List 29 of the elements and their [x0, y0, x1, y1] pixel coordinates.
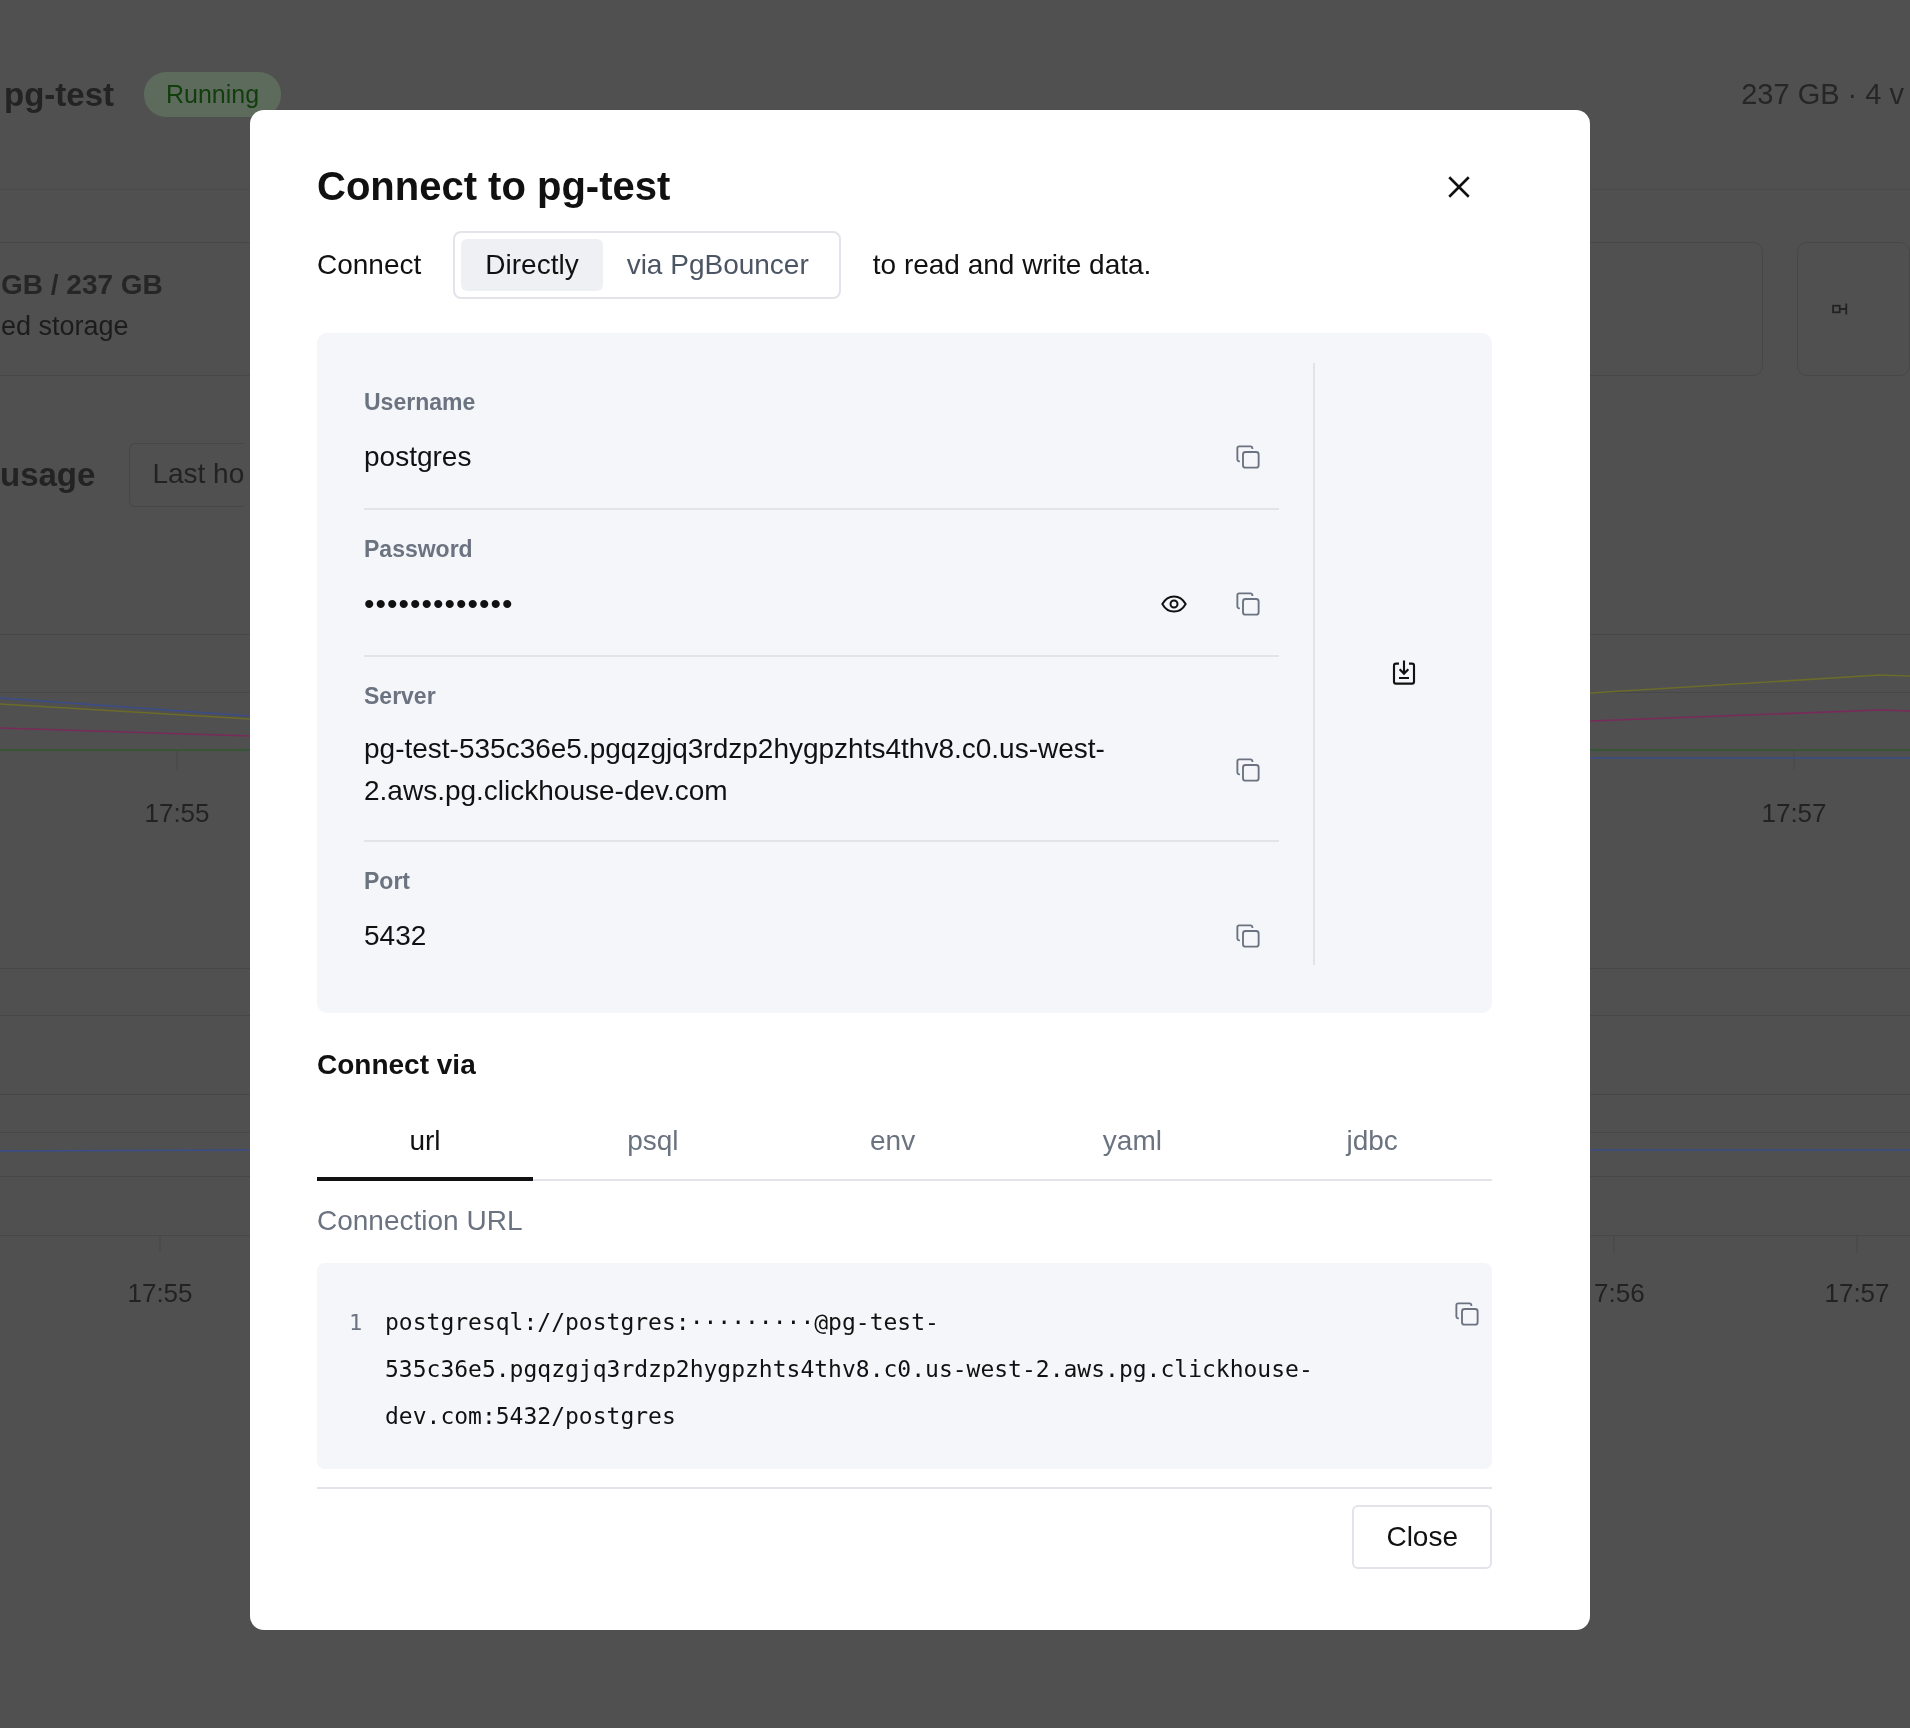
- status-badge: Running: [144, 72, 282, 117]
- format-tab[interactable]: psql: [533, 1115, 773, 1181]
- mode-option[interactable]: via PgBouncer: [602, 239, 833, 291]
- format-tab[interactable]: yaml: [1012, 1115, 1253, 1181]
- dialog-title: Connect to pg-test: [317, 164, 671, 209]
- copy-icon[interactable]: [1233, 589, 1263, 619]
- snippet-label: Connection URL: [317, 1205, 524, 1237]
- field-value: pg-test-535c36e5.pgqzgjq3rdzp2hygpzhts4thv8.c0.us-west-2.aws.pg.clickhouse-dev.com: [364, 732, 1106, 808]
- masked-password: •••••••••••••: [364, 586, 515, 622]
- intro-text: to read and write data.: [872, 249, 1152, 281]
- line-number: 1: [349, 1309, 364, 1337]
- mode-option[interactable]: Directly: [461, 239, 603, 291]
- field-label: Port: [364, 868, 410, 895]
- format-tab[interactable]: jdbc: [1252, 1115, 1492, 1181]
- field-value: 5432: [364, 919, 428, 953]
- field-label: Server: [364, 683, 436, 710]
- format-tab[interactable]: env: [772, 1115, 1013, 1181]
- format-tab[interactable]: url: [317, 1115, 533, 1181]
- field-label: Username: [364, 389, 476, 416]
- close-button[interactable]: Close: [1352, 1505, 1492, 1569]
- copy-icon[interactable]: [1233, 442, 1263, 472]
- copy-icon[interactable]: [1233, 921, 1263, 951]
- field-label: Password: [364, 536, 473, 563]
- copy-icon[interactable]: [1452, 1299, 1482, 1329]
- field-value: postgres: [364, 440, 473, 474]
- connection-url: postgresql://postgres:·········@pg-test-535c36e5.pgqzgjq3rdzp2hygpzhts4thv8.c0.us-west-2.aws.pg.clickhouse-dev.com:5432/postgres: [385, 1308, 1314, 1431]
- copy-icon[interactable]: [1233, 755, 1263, 785]
- section-heading: Connect via: [317, 1049, 477, 1081]
- intro-text: Connect: [317, 249, 422, 281]
